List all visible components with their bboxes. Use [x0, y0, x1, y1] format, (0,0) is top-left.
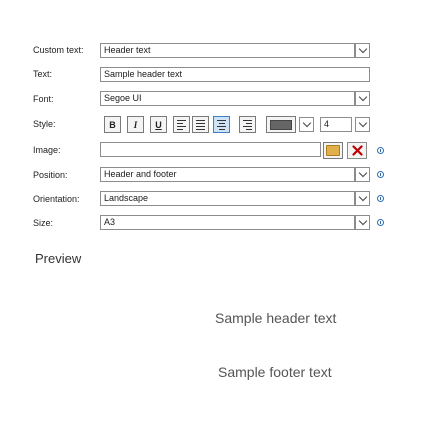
bold-label: B — [109, 119, 116, 130]
style-label: Style: — [33, 119, 56, 129]
font-select[interactable]: Segoe UI — [100, 91, 355, 106]
image-label: Image: — [33, 145, 61, 155]
font-size-select[interactable]: 4 — [320, 117, 352, 132]
font-dropdown-button[interactable] — [355, 91, 370, 106]
text-label: Text: — [33, 69, 53, 79]
custom-text-select[interactable]: Header text — [100, 43, 355, 58]
align-left-icon — [177, 119, 186, 130]
size-select[interactable]: A3 — [100, 215, 355, 230]
align-right-button[interactable] — [239, 116, 256, 133]
custom-text-value: Header text — [104, 45, 151, 55]
chevron-down-icon — [358, 92, 367, 102]
orientation-select[interactable]: Landscape — [100, 191, 355, 206]
orientation-value: Landscape — [104, 193, 149, 203]
image-path-input[interactable] — [100, 142, 321, 157]
underline-label: U — [155, 119, 162, 130]
align-center-button[interactable] — [213, 116, 230, 133]
position-dropdown-button[interactable] — [355, 167, 370, 182]
image-info-icon[interactable] — [377, 147, 384, 154]
size-value: A3 — [104, 217, 116, 227]
close-icon — [351, 145, 363, 156]
underline-button[interactable]: U — [150, 116, 167, 133]
custom-text-dropdown-button[interactable] — [355, 43, 370, 58]
size-info-icon[interactable] — [377, 219, 384, 226]
text-color-button[interactable] — [266, 116, 296, 133]
size-label: Size: — [33, 218, 54, 228]
font-size-dropdown-button[interactable] — [355, 117, 370, 132]
align-justify-button[interactable] — [192, 116, 209, 133]
text-color-dropdown-button[interactable] — [299, 117, 314, 132]
position-label: Position: — [33, 170, 68, 180]
preview-footer-text: Sample footer text — [218, 364, 332, 380]
font-value: Segoe UI — [104, 93, 142, 103]
folder-icon — [326, 145, 340, 156]
text-input[interactable]: Sample header text — [100, 67, 370, 82]
position-info-icon[interactable] — [377, 171, 384, 178]
align-right-icon — [243, 119, 252, 130]
align-center-icon — [217, 119, 226, 130]
align-justify-icon — [196, 119, 205, 130]
position-value: Header and footer — [104, 169, 177, 179]
chevron-down-icon — [358, 168, 367, 178]
preview-title: Preview — [35, 251, 82, 266]
chevron-down-icon — [358, 44, 367, 54]
orientation-label: Orientation: — [33, 194, 80, 204]
chevron-down-icon — [302, 118, 311, 128]
italic-button[interactable]: I — [127, 116, 144, 133]
chevron-down-icon — [358, 118, 367, 128]
chevron-down-icon — [358, 192, 367, 202]
custom-text-label: Custom text: — [33, 45, 84, 55]
clear-image-button[interactable] — [347, 142, 367, 159]
chevron-down-icon — [358, 216, 367, 226]
preview-header-text: Sample header text — [215, 310, 337, 326]
size-dropdown-button[interactable] — [355, 215, 370, 230]
align-left-button[interactable] — [173, 116, 190, 133]
orientation-dropdown-button[interactable] — [355, 191, 370, 206]
orientation-info-icon[interactable] — [377, 195, 384, 202]
text-input-value: Sample header text — [104, 69, 183, 79]
font-size-value: 4 — [324, 119, 330, 129]
browse-image-button[interactable] — [323, 142, 343, 159]
color-swatch — [270, 119, 292, 130]
position-select[interactable]: Header and footer — [100, 167, 355, 182]
font-label: Font: — [33, 94, 54, 104]
bold-button[interactable]: B — [104, 116, 121, 133]
italic-label: I — [133, 119, 138, 130]
